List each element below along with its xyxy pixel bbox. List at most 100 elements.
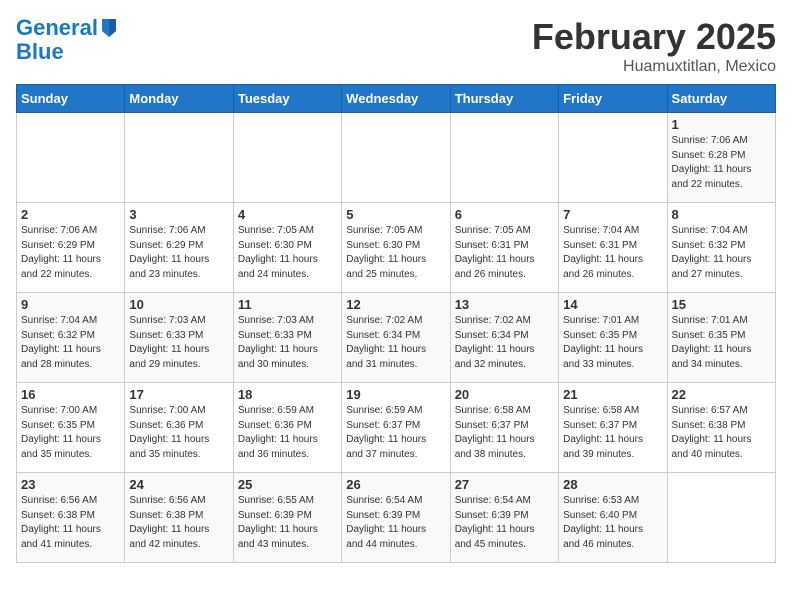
- day-number: 17: [129, 387, 228, 402]
- day-number: 3: [129, 207, 228, 222]
- calendar-cell: 4 Sunrise: 7:05 AM Sunset: 6:30 PM Daylig…: [233, 203, 341, 293]
- day-number: 20: [455, 387, 554, 402]
- calendar-cell: 10 Sunrise: 7:03 AM Sunset: 6:33 PM Dayli…: [125, 293, 233, 383]
- calendar-cell: 6 Sunrise: 7:05 AM Sunset: 6:31 PM Daylig…: [450, 203, 558, 293]
- day-info: Sunrise: 7:04 AM Sunset: 6:31 PM Dayligh…: [563, 224, 662, 282]
- calendar-cell: 25 Sunrise: 6:55 AM Sunset: 6:39 PM Dayli…: [233, 473, 341, 563]
- day-info: Sunrise: 7:05 AM Sunset: 6:30 PM Dayligh…: [238, 224, 337, 282]
- day-info: Sunrise: 7:06 AM Sunset: 6:29 PM Dayligh…: [129, 224, 228, 282]
- calendar-week-row: 2Sunrise: 7:06 AM Sunset: 6:29 PM Daylig…: [17, 203, 776, 293]
- calendar-cell: [559, 113, 667, 203]
- weekday-header: Friday: [559, 85, 667, 113]
- calendar-cell: 22 Sunrise: 6:57 AM Sunset: 6:38 PM Dayli…: [667, 383, 775, 473]
- calendar-cell: [342, 113, 450, 203]
- calendar-cell: 9Sunrise: 7:04 AM Sunset: 6:32 PM Daylig…: [17, 293, 125, 383]
- day-number: 14: [563, 297, 662, 312]
- calendar-cell: [233, 113, 341, 203]
- calendar-cell: 12 Sunrise: 7:02 AM Sunset: 6:34 PM Dayli…: [342, 293, 450, 383]
- day-number: 15: [672, 297, 771, 312]
- day-info: Sunrise: 7:05 AM Sunset: 6:31 PM Dayligh…: [455, 224, 554, 282]
- day-info: Sunrise: 7:02 AM Sunset: 6:34 PM Dayligh…: [455, 314, 554, 372]
- calendar-cell: 11 Sunrise: 7:03 AM Sunset: 6:33 PM Dayli…: [233, 293, 341, 383]
- day-number: 25: [238, 477, 337, 492]
- day-number: 22: [672, 387, 771, 402]
- calendar-cell: 21Sunrise: 6:58 AM Sunset: 6:37 PM Dayli…: [559, 383, 667, 473]
- day-info: Sunrise: 6:56 AM Sunset: 6:38 PM Dayligh…: [21, 494, 120, 552]
- day-info: Sunrise: 6:56 AM Sunset: 6:38 PM Dayligh…: [129, 494, 228, 552]
- day-number: 18: [238, 387, 337, 402]
- day-number: 27: [455, 477, 554, 492]
- day-info: Sunrise: 6:58 AM Sunset: 6:37 PM Dayligh…: [455, 404, 554, 462]
- calendar-header: SundayMondayTuesdayWednesdayThursdayFrid…: [17, 85, 776, 113]
- calendar-cell: 8 Sunrise: 7:04 AM Sunset: 6:32 PM Daylig…: [667, 203, 775, 293]
- day-number: 26: [346, 477, 445, 492]
- day-info: Sunrise: 7:06 AM Sunset: 6:28 PM Dayligh…: [672, 134, 771, 192]
- calendar-cell: 5 Sunrise: 7:05 AM Sunset: 6:30 PM Daylig…: [342, 203, 450, 293]
- day-number: 10: [129, 297, 228, 312]
- weekday-header: Sunday: [17, 85, 125, 113]
- logo-text: General: [16, 16, 98, 40]
- calendar-cell: 24 Sunrise: 6:56 AM Sunset: 6:38 PM Dayli…: [125, 473, 233, 563]
- calendar-cell: 19Sunrise: 6:59 AM Sunset: 6:37 PM Dayli…: [342, 383, 450, 473]
- calendar-cell: 13 Sunrise: 7:02 AM Sunset: 6:34 PM Dayli…: [450, 293, 558, 383]
- calendar-week-row: 23 Sunrise: 6:56 AM Sunset: 6:38 PM Dayli…: [17, 473, 776, 563]
- day-info: Sunrise: 7:02 AM Sunset: 6:34 PM Dayligh…: [346, 314, 445, 372]
- weekday-header: Thursday: [450, 85, 558, 113]
- day-info: Sunrise: 6:55 AM Sunset: 6:39 PM Dayligh…: [238, 494, 337, 552]
- title-block: February 2025 Huamuxtitlan, Mexico: [532, 16, 776, 76]
- day-info: Sunrise: 6:59 AM Sunset: 6:36 PM Dayligh…: [238, 404, 337, 462]
- calendar-body: 1 Sunrise: 7:06 AM Sunset: 6:28 PM Daylig…: [17, 113, 776, 563]
- day-info: Sunrise: 7:01 AM Sunset: 6:35 PM Dayligh…: [672, 314, 771, 372]
- calendar-cell: [450, 113, 558, 203]
- header-row: SundayMondayTuesdayWednesdayThursdayFrid…: [17, 85, 776, 113]
- day-info: Sunrise: 6:58 AM Sunset: 6:37 PM Dayligh…: [563, 404, 662, 462]
- calendar-title: February 2025: [532, 16, 776, 58]
- weekday-header: Tuesday: [233, 85, 341, 113]
- calendar-cell: 26Sunrise: 6:54 AM Sunset: 6:39 PM Dayli…: [342, 473, 450, 563]
- day-number: 13: [455, 297, 554, 312]
- weekday-header: Monday: [125, 85, 233, 113]
- calendar-cell: 20 Sunrise: 6:58 AM Sunset: 6:37 PM Dayli…: [450, 383, 558, 473]
- day-number: 23: [21, 477, 120, 492]
- day-info: Sunrise: 7:04 AM Sunset: 6:32 PM Dayligh…: [21, 314, 120, 372]
- day-number: 24: [129, 477, 228, 492]
- day-number: 4: [238, 207, 337, 222]
- day-info: Sunrise: 7:03 AM Sunset: 6:33 PM Dayligh…: [238, 314, 337, 372]
- day-info: Sunrise: 7:05 AM Sunset: 6:30 PM Dayligh…: [346, 224, 445, 282]
- day-info: Sunrise: 6:57 AM Sunset: 6:38 PM Dayligh…: [672, 404, 771, 462]
- day-info: Sunrise: 7:04 AM Sunset: 6:32 PM Dayligh…: [672, 224, 771, 282]
- calendar-subtitle: Huamuxtitlan, Mexico: [532, 58, 776, 76]
- day-info: Sunrise: 7:06 AM Sunset: 6:29 PM Dayligh…: [21, 224, 120, 282]
- day-number: 7: [563, 207, 662, 222]
- calendar-week-row: 1 Sunrise: 7:06 AM Sunset: 6:28 PM Daylig…: [17, 113, 776, 203]
- day-number: 8: [672, 207, 771, 222]
- day-number: 6: [455, 207, 554, 222]
- calendar-cell: 28Sunrise: 6:53 AM Sunset: 6:40 PM Dayli…: [559, 473, 667, 563]
- logo-icon: [100, 17, 118, 39]
- day-number: 12: [346, 297, 445, 312]
- calendar-cell: 15 Sunrise: 7:01 AM Sunset: 6:35 PM Dayli…: [667, 293, 775, 383]
- calendar-cell: 17 Sunrise: 7:00 AM Sunset: 6:36 PM Dayli…: [125, 383, 233, 473]
- day-number: 11: [238, 297, 337, 312]
- calendar-cell: [667, 473, 775, 563]
- header: General Blue February 2025 Huamuxtitlan,…: [16, 16, 776, 76]
- calendar-cell: 2Sunrise: 7:06 AM Sunset: 6:29 PM Daylig…: [17, 203, 125, 293]
- weekday-header: Saturday: [667, 85, 775, 113]
- day-info: Sunrise: 7:00 AM Sunset: 6:36 PM Dayligh…: [129, 404, 228, 462]
- calendar-cell: 1 Sunrise: 7:06 AM Sunset: 6:28 PM Daylig…: [667, 113, 775, 203]
- calendar-table: SundayMondayTuesdayWednesdayThursdayFrid…: [16, 84, 776, 563]
- calendar-cell: 7 Sunrise: 7:04 AM Sunset: 6:31 PM Daylig…: [559, 203, 667, 293]
- calendar-cell: 16Sunrise: 7:00 AM Sunset: 6:35 PM Dayli…: [17, 383, 125, 473]
- logo: General Blue: [16, 16, 118, 64]
- day-number: 1: [672, 117, 771, 132]
- day-number: 16: [21, 387, 120, 402]
- day-info: Sunrise: 6:53 AM Sunset: 6:40 PM Dayligh…: [563, 494, 662, 552]
- day-info: Sunrise: 7:03 AM Sunset: 6:33 PM Dayligh…: [129, 314, 228, 372]
- calendar-cell: 27Sunrise: 6:54 AM Sunset: 6:39 PM Dayli…: [450, 473, 558, 563]
- day-info: Sunrise: 7:01 AM Sunset: 6:35 PM Dayligh…: [563, 314, 662, 372]
- calendar-cell: 3 Sunrise: 7:06 AM Sunset: 6:29 PM Daylig…: [125, 203, 233, 293]
- calendar-week-row: 16Sunrise: 7:00 AM Sunset: 6:35 PM Dayli…: [17, 383, 776, 473]
- calendar-cell: 23 Sunrise: 6:56 AM Sunset: 6:38 PM Dayli…: [17, 473, 125, 563]
- day-number: 5: [346, 207, 445, 222]
- logo-text2: Blue: [16, 40, 64, 64]
